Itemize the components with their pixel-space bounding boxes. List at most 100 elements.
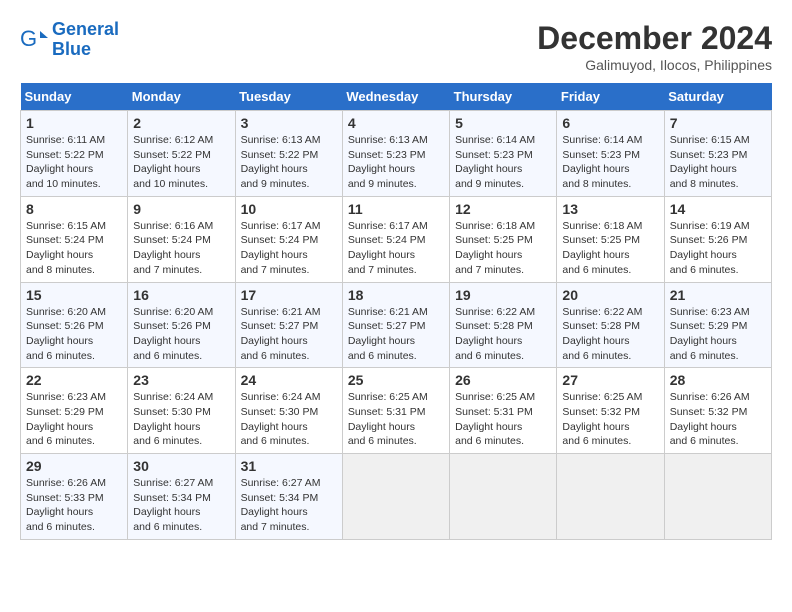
header-friday: Friday xyxy=(557,83,664,111)
day-info: Sunrise: 6:12 AM Sunset: 5:22 PM Dayligh… xyxy=(133,133,229,192)
day-number: 21 xyxy=(670,287,766,303)
day-number: 18 xyxy=(348,287,444,303)
calendar-cell xyxy=(342,454,449,540)
day-info: Sunrise: 6:23 AM Sunset: 5:29 PM Dayligh… xyxy=(26,390,122,449)
header-saturday: Saturday xyxy=(664,83,771,111)
day-info: Sunrise: 6:26 AM Sunset: 5:32 PM Dayligh… xyxy=(670,390,766,449)
title-block: December 2024 Galimuyod, Ilocos, Philipp… xyxy=(537,20,772,73)
day-number: 29 xyxy=(26,458,122,474)
month-title: December 2024 xyxy=(537,20,772,57)
calendar-cell: 29 Sunrise: 6:26 AM Sunset: 5:33 PM Dayl… xyxy=(21,454,128,540)
header-sunday: Sunday xyxy=(21,83,128,111)
day-number: 28 xyxy=(670,372,766,388)
day-number: 15 xyxy=(26,287,122,303)
calendar-cell xyxy=(557,454,664,540)
day-info: Sunrise: 6:27 AM Sunset: 5:34 PM Dayligh… xyxy=(241,476,337,535)
calendar-cell: 22 Sunrise: 6:23 AM Sunset: 5:29 PM Dayl… xyxy=(21,368,128,454)
day-number: 13 xyxy=(562,201,658,217)
day-number: 5 xyxy=(455,115,551,131)
day-info: Sunrise: 6:24 AM Sunset: 5:30 PM Dayligh… xyxy=(241,390,337,449)
calendar-cell: 7 Sunrise: 6:15 AM Sunset: 5:23 PM Dayli… xyxy=(664,111,771,197)
day-info: Sunrise: 6:19 AM Sunset: 5:26 PM Dayligh… xyxy=(670,219,766,278)
calendar-cell: 21 Sunrise: 6:23 AM Sunset: 5:29 PM Dayl… xyxy=(664,282,771,368)
day-number: 25 xyxy=(348,372,444,388)
day-number: 16 xyxy=(133,287,229,303)
day-info: Sunrise: 6:14 AM Sunset: 5:23 PM Dayligh… xyxy=(562,133,658,192)
svg-text:G: G xyxy=(20,26,37,51)
calendar-week-2: 8 Sunrise: 6:15 AM Sunset: 5:24 PM Dayli… xyxy=(21,196,772,282)
day-info: Sunrise: 6:13 AM Sunset: 5:23 PM Dayligh… xyxy=(348,133,444,192)
calendar-cell xyxy=(450,454,557,540)
day-number: 9 xyxy=(133,201,229,217)
calendar-header-row: SundayMondayTuesdayWednesdayThursdayFrid… xyxy=(21,83,772,111)
day-number: 12 xyxy=(455,201,551,217)
day-number: 7 xyxy=(670,115,766,131)
calendar-cell: 15 Sunrise: 6:20 AM Sunset: 5:26 PM Dayl… xyxy=(21,282,128,368)
day-info: Sunrise: 6:15 AM Sunset: 5:23 PM Dayligh… xyxy=(670,133,766,192)
calendar-cell: 31 Sunrise: 6:27 AM Sunset: 5:34 PM Dayl… xyxy=(235,454,342,540)
day-info: Sunrise: 6:24 AM Sunset: 5:30 PM Dayligh… xyxy=(133,390,229,449)
calendar-cell: 9 Sunrise: 6:16 AM Sunset: 5:24 PM Dayli… xyxy=(128,196,235,282)
calendar-cell: 5 Sunrise: 6:14 AM Sunset: 5:23 PM Dayli… xyxy=(450,111,557,197)
logo-line1: General xyxy=(52,19,119,39)
calendar-cell: 14 Sunrise: 6:19 AM Sunset: 5:26 PM Dayl… xyxy=(664,196,771,282)
calendar-cell: 27 Sunrise: 6:25 AM Sunset: 5:32 PM Dayl… xyxy=(557,368,664,454)
day-number: 19 xyxy=(455,287,551,303)
calendar-cell: 19 Sunrise: 6:22 AM Sunset: 5:28 PM Dayl… xyxy=(450,282,557,368)
calendar-cell: 24 Sunrise: 6:24 AM Sunset: 5:30 PM Dayl… xyxy=(235,368,342,454)
day-number: 3 xyxy=(241,115,337,131)
day-info: Sunrise: 6:18 AM Sunset: 5:25 PM Dayligh… xyxy=(562,219,658,278)
day-number: 26 xyxy=(455,372,551,388)
location: Galimuyod, Ilocos, Philippines xyxy=(537,57,772,73)
calendar-week-3: 15 Sunrise: 6:20 AM Sunset: 5:26 PM Dayl… xyxy=(21,282,772,368)
day-info: Sunrise: 6:17 AM Sunset: 5:24 PM Dayligh… xyxy=(348,219,444,278)
calendar-cell: 12 Sunrise: 6:18 AM Sunset: 5:25 PM Dayl… xyxy=(450,196,557,282)
calendar-cell: 4 Sunrise: 6:13 AM Sunset: 5:23 PM Dayli… xyxy=(342,111,449,197)
logo-icon: G xyxy=(20,26,48,54)
calendar-cell: 2 Sunrise: 6:12 AM Sunset: 5:22 PM Dayli… xyxy=(128,111,235,197)
logo: G General Blue xyxy=(20,20,119,60)
day-info: Sunrise: 6:22 AM Sunset: 5:28 PM Dayligh… xyxy=(455,305,551,364)
day-info: Sunrise: 6:25 AM Sunset: 5:32 PM Dayligh… xyxy=(562,390,658,449)
day-info: Sunrise: 6:14 AM Sunset: 5:23 PM Dayligh… xyxy=(455,133,551,192)
header-tuesday: Tuesday xyxy=(235,83,342,111)
calendar-cell: 26 Sunrise: 6:25 AM Sunset: 5:31 PM Dayl… xyxy=(450,368,557,454)
logo-text: General Blue xyxy=(52,20,119,60)
day-number: 22 xyxy=(26,372,122,388)
day-number: 30 xyxy=(133,458,229,474)
day-info: Sunrise: 6:16 AM Sunset: 5:24 PM Dayligh… xyxy=(133,219,229,278)
day-info: Sunrise: 6:26 AM Sunset: 5:33 PM Dayligh… xyxy=(26,476,122,535)
day-info: Sunrise: 6:21 AM Sunset: 5:27 PM Dayligh… xyxy=(241,305,337,364)
calendar-cell: 6 Sunrise: 6:14 AM Sunset: 5:23 PM Dayli… xyxy=(557,111,664,197)
calendar-cell: 10 Sunrise: 6:17 AM Sunset: 5:24 PM Dayl… xyxy=(235,196,342,282)
day-number: 20 xyxy=(562,287,658,303)
header-monday: Monday xyxy=(128,83,235,111)
day-info: Sunrise: 6:13 AM Sunset: 5:22 PM Dayligh… xyxy=(241,133,337,192)
calendar-table: SundayMondayTuesdayWednesdayThursdayFrid… xyxy=(20,83,772,540)
logo-line2: Blue xyxy=(52,39,91,59)
day-number: 27 xyxy=(562,372,658,388)
day-number: 1 xyxy=(26,115,122,131)
day-info: Sunrise: 6:21 AM Sunset: 5:27 PM Dayligh… xyxy=(348,305,444,364)
page-header: G General Blue December 2024 Galimuyod, … xyxy=(20,20,772,73)
calendar-cell: 11 Sunrise: 6:17 AM Sunset: 5:24 PM Dayl… xyxy=(342,196,449,282)
calendar-cell: 20 Sunrise: 6:22 AM Sunset: 5:28 PM Dayl… xyxy=(557,282,664,368)
day-info: Sunrise: 6:20 AM Sunset: 5:26 PM Dayligh… xyxy=(26,305,122,364)
calendar-cell: 25 Sunrise: 6:25 AM Sunset: 5:31 PM Dayl… xyxy=(342,368,449,454)
day-info: Sunrise: 6:23 AM Sunset: 5:29 PM Dayligh… xyxy=(670,305,766,364)
day-info: Sunrise: 6:11 AM Sunset: 5:22 PM Dayligh… xyxy=(26,133,122,192)
calendar-cell: 18 Sunrise: 6:21 AM Sunset: 5:27 PM Dayl… xyxy=(342,282,449,368)
calendar-cell: 16 Sunrise: 6:20 AM Sunset: 5:26 PM Dayl… xyxy=(128,282,235,368)
day-info: Sunrise: 6:25 AM Sunset: 5:31 PM Dayligh… xyxy=(348,390,444,449)
calendar-cell: 17 Sunrise: 6:21 AM Sunset: 5:27 PM Dayl… xyxy=(235,282,342,368)
day-number: 4 xyxy=(348,115,444,131)
day-number: 14 xyxy=(670,201,766,217)
day-number: 8 xyxy=(26,201,122,217)
calendar-week-1: 1 Sunrise: 6:11 AM Sunset: 5:22 PM Dayli… xyxy=(21,111,772,197)
header-wednesday: Wednesday xyxy=(342,83,449,111)
day-info: Sunrise: 6:15 AM Sunset: 5:24 PM Dayligh… xyxy=(26,219,122,278)
calendar-cell: 30 Sunrise: 6:27 AM Sunset: 5:34 PM Dayl… xyxy=(128,454,235,540)
day-info: Sunrise: 6:20 AM Sunset: 5:26 PM Dayligh… xyxy=(133,305,229,364)
day-number: 6 xyxy=(562,115,658,131)
day-number: 23 xyxy=(133,372,229,388)
